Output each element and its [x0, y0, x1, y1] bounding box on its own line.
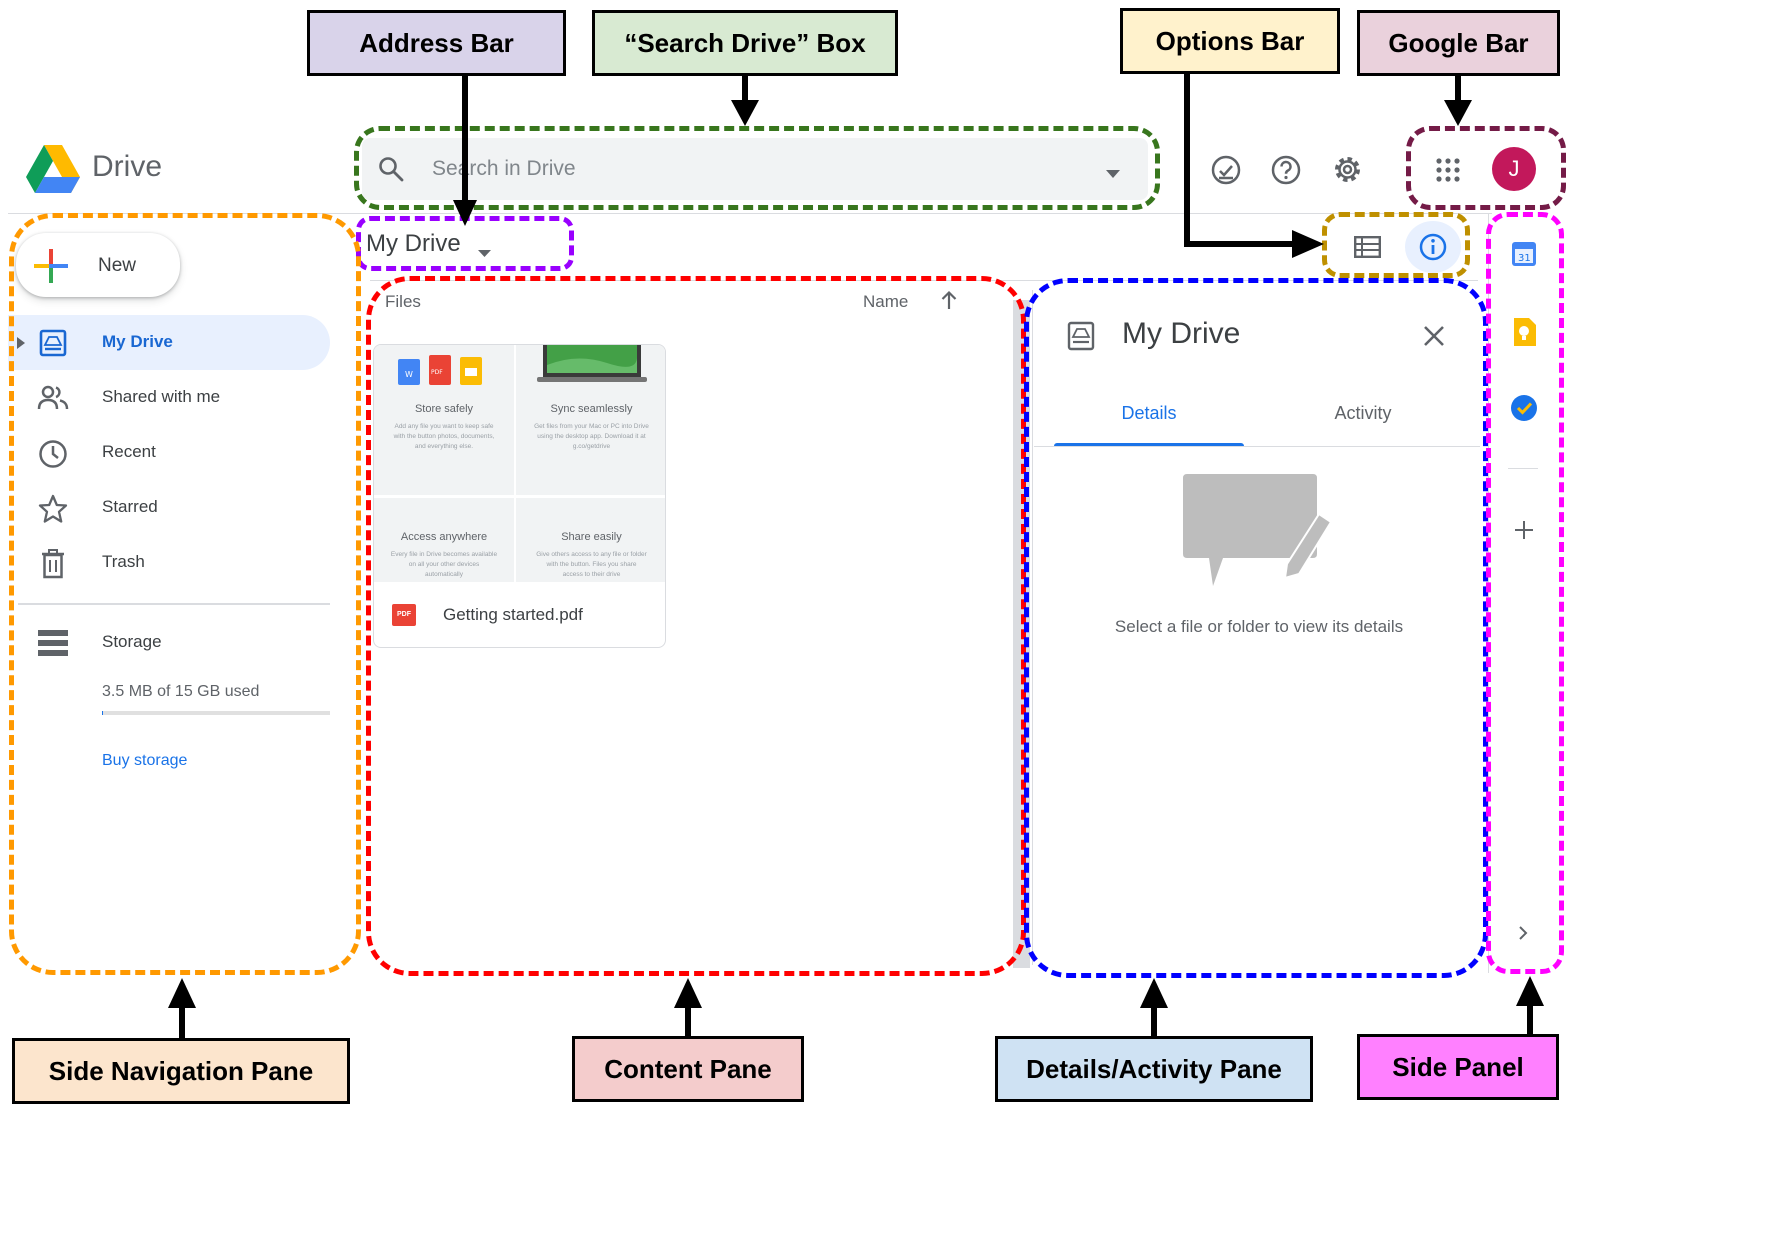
- clock-icon: [38, 439, 68, 469]
- chevron-right-icon[interactable]: [1518, 925, 1528, 941]
- thumbnail-tile: Share easily Give others access to any f…: [516, 498, 665, 582]
- storage-icon: [38, 630, 68, 656]
- details-placeholder-illustration: [1183, 474, 1333, 595]
- tile-title: Store safely: [414, 403, 474, 415]
- content-scrollbar[interactable]: [1013, 300, 1030, 968]
- tile-body: Get files from your Mac or PC into Drive…: [534, 423, 649, 450]
- content-pane-label: Content Pane: [572, 1036, 804, 1102]
- docs-file-icons: W PDF: [398, 355, 484, 392]
- add-addon-icon[interactable]: [1515, 521, 1533, 539]
- tasks-icon[interactable]: [1510, 394, 1538, 422]
- google-bar-label: Google Bar: [1357, 10, 1560, 76]
- ready-offline-icon[interactable]: [1210, 154, 1242, 186]
- tile-body: Every file in Drive becomes available on…: [390, 551, 498, 578]
- arrowhead-content-pane: [674, 978, 702, 1008]
- google-bar-region: [1406, 126, 1566, 210]
- chevron-down-icon: [478, 244, 491, 262]
- tile-body: Add any file you want to keep safe with …: [393, 423, 495, 450]
- side-panel-label: Side Panel: [1357, 1034, 1559, 1100]
- details-title: My Drive: [1122, 317, 1241, 350]
- side-nav-label: Side Navigation Pane: [12, 1038, 350, 1104]
- search-box[interactable]: Search in Drive: [362, 138, 1148, 200]
- details-pane-border: [1032, 290, 1033, 965]
- sidebar-item-label: Storage: [102, 632, 162, 651]
- tabs-divider: [1034, 446, 1480, 447]
- address-bar-label: Address Bar: [307, 10, 566, 76]
- header-divider: [8, 213, 1492, 214]
- search-box-label: “Search Drive” Box: [592, 10, 898, 76]
- arrowhead-google-bar: [1444, 100, 1472, 126]
- tile-body: Give others access to any file or folder…: [536, 551, 647, 578]
- search-options-icon[interactable]: [1106, 165, 1120, 183]
- pdf-file-icon: PDF: [392, 604, 416, 626]
- sort-arrow-up-icon[interactable]: [941, 290, 957, 315]
- keep-icon[interactable]: [1512, 318, 1536, 346]
- storage-usage-text: 3.5 MB of 15 GB used: [102, 683, 260, 700]
- trash-icon: [40, 549, 66, 579]
- thumbnail-tile: Access anywhere Every file in Drive beco…: [374, 498, 514, 582]
- drive-logo-icon: [26, 145, 80, 193]
- tab-activity[interactable]: Activity: [1268, 403, 1458, 424]
- options-bar-label: Options Bar: [1120, 8, 1340, 74]
- thumbnail-tile: Sync seamlessly Get files from your Mac …: [516, 345, 665, 495]
- app-name: Drive: [92, 150, 163, 183]
- shared-icon: [37, 385, 69, 411]
- help-icon[interactable]: [1270, 154, 1302, 186]
- side-panel-border: [1488, 213, 1489, 973]
- arrowhead-side-nav: [168, 978, 196, 1008]
- files-section-header: Files: [385, 292, 421, 311]
- drive-logo[interactable]: [26, 145, 80, 193]
- laptop-icon: [537, 345, 647, 390]
- close-icon[interactable]: [1422, 324, 1446, 353]
- sidebar-divider: [18, 603, 330, 605]
- list-view-icon[interactable]: [1354, 236, 1381, 258]
- storage-progress-bar: [102, 711, 330, 715]
- info-icon: [1419, 233, 1447, 266]
- side-panel-divider: [1508, 468, 1538, 469]
- new-button[interactable]: New: [16, 233, 180, 297]
- search-icon[interactable]: [378, 156, 404, 187]
- svg-text:W: W: [405, 370, 413, 379]
- account-avatar[interactable]: J: [1492, 147, 1536, 191]
- breadcrumb-label: My Drive: [366, 230, 461, 257]
- sort-by-name[interactable]: Name: [863, 292, 908, 312]
- tile-title: Access anywhere: [400, 531, 488, 543]
- tab-details[interactable]: Details: [1054, 403, 1244, 424]
- buy-storage-link[interactable]: Buy storage: [102, 752, 187, 770]
- file-card[interactable]: W PDF Store safely Add any file you want…: [373, 344, 666, 648]
- toolbar-divider: [370, 280, 1478, 281]
- view-details-button[interactable]: [1405, 221, 1461, 273]
- storage-progress-fill: [102, 711, 103, 715]
- expand-arrow-icon[interactable]: [17, 336, 25, 354]
- arrowhead-details-pane: [1140, 978, 1168, 1008]
- sidebar-item-label: Trash: [102, 552, 145, 571]
- details-pane-label: Details/Activity Pane: [995, 1036, 1313, 1102]
- svg-text:31: 31: [1518, 253, 1531, 264]
- thumbnail-tile: W PDF Store safely Add any file you want…: [374, 345, 514, 495]
- sidebar-item-label: Shared with me: [102, 387, 221, 406]
- empty-state-message: Select a file or folder to view its deta…: [1114, 617, 1404, 636]
- star-icon: [38, 494, 68, 524]
- arrowhead-side-panel: [1516, 976, 1544, 1006]
- sidebar-item-label: My Drive: [102, 332, 173, 351]
- plus-icon: [34, 249, 68, 288]
- new-button-label: New: [98, 255, 137, 276]
- arrowhead-options-bar: [1292, 230, 1324, 258]
- settings-gear-icon[interactable]: [1331, 153, 1364, 186]
- tile-title: Share easily: [561, 531, 622, 543]
- file-name: Getting started.pdf: [443, 605, 583, 624]
- apps-grid-icon[interactable]: [1436, 158, 1460, 182]
- sidebar-item-label: Starred: [102, 497, 158, 516]
- my-drive-icon: [39, 329, 67, 357]
- calendar-icon[interactable]: 31: [1511, 241, 1537, 267]
- arrowhead-search-box: [731, 100, 759, 126]
- svg-text:PDF: PDF: [431, 369, 443, 376]
- search-input[interactable]: Search in Drive: [432, 157, 576, 181]
- breadcrumb[interactable]: My Drive: [366, 230, 506, 264]
- tile-title: Sync seamlessly: [550, 403, 633, 415]
- my-drive-icon: [1067, 321, 1095, 356]
- sidebar-item-label: Recent: [102, 442, 156, 461]
